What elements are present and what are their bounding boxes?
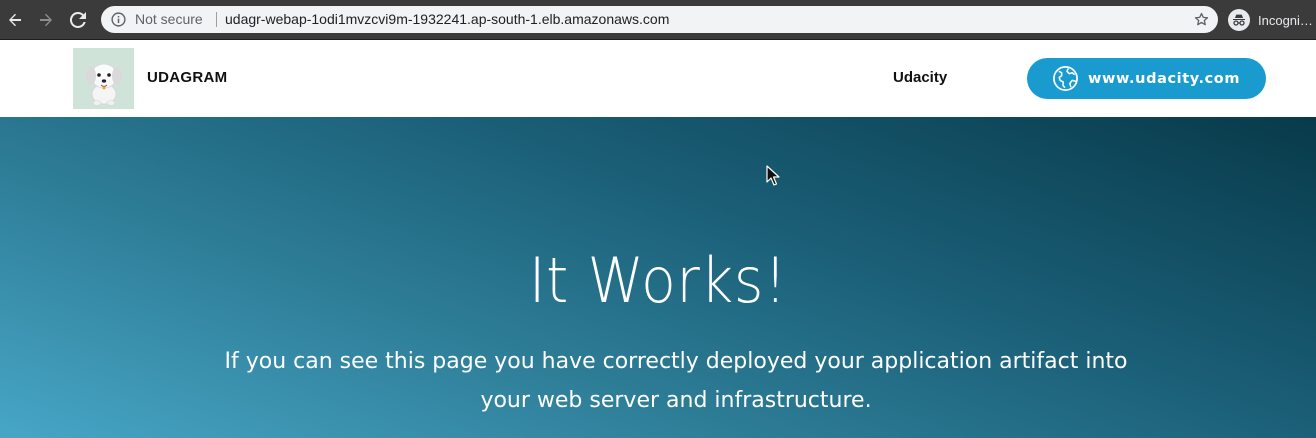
incognito-icon	[1228, 9, 1250, 31]
hero-section: It Works! If you can see this page you h…	[0, 117, 1316, 438]
reload-icon[interactable]	[67, 9, 89, 31]
incognito-label: Incogni…	[1258, 12, 1313, 28]
star-icon[interactable]	[1193, 11, 1209, 27]
url-text[interactable]: udagr-webap-1odi1mvzcvi9m-1932241.ap-sou…	[225, 11, 669, 28]
udacity-website-button-label: www.udacity.com	[1088, 70, 1241, 87]
site-header: UDAGRAM Udacity www.udacity.com	[0, 40, 1316, 117]
browser-toolbar: Not secure udagr-webap-1odi1mvzcvi9m-193…	[0, 0, 1316, 40]
incognito-indicator[interactable]: Incogni…	[1228, 8, 1316, 32]
omnibox-divider	[216, 12, 217, 27]
globe-icon	[1052, 65, 1079, 92]
hero-description: If you can see this page you have correc…	[224, 349, 1128, 413]
address-bar[interactable]: Not secure udagr-webap-1odi1mvzcvi9m-193…	[101, 6, 1218, 33]
back-arrow-icon[interactable]	[4, 9, 26, 31]
dog-logo[interactable]	[73, 48, 134, 109]
info-icon[interactable]	[111, 12, 126, 27]
security-status[interactable]: Not secure	[135, 11, 203, 28]
nav-link-udacity[interactable]: Udacity	[893, 69, 947, 86]
brand-name[interactable]: UDAGRAM	[147, 69, 227, 86]
udacity-website-button[interactable]: www.udacity.com	[1027, 58, 1266, 99]
forward-arrow-icon[interactable]	[35, 9, 57, 31]
hero-title: It Works!	[528, 244, 788, 317]
mouse-pointer-icon	[766, 165, 780, 186]
